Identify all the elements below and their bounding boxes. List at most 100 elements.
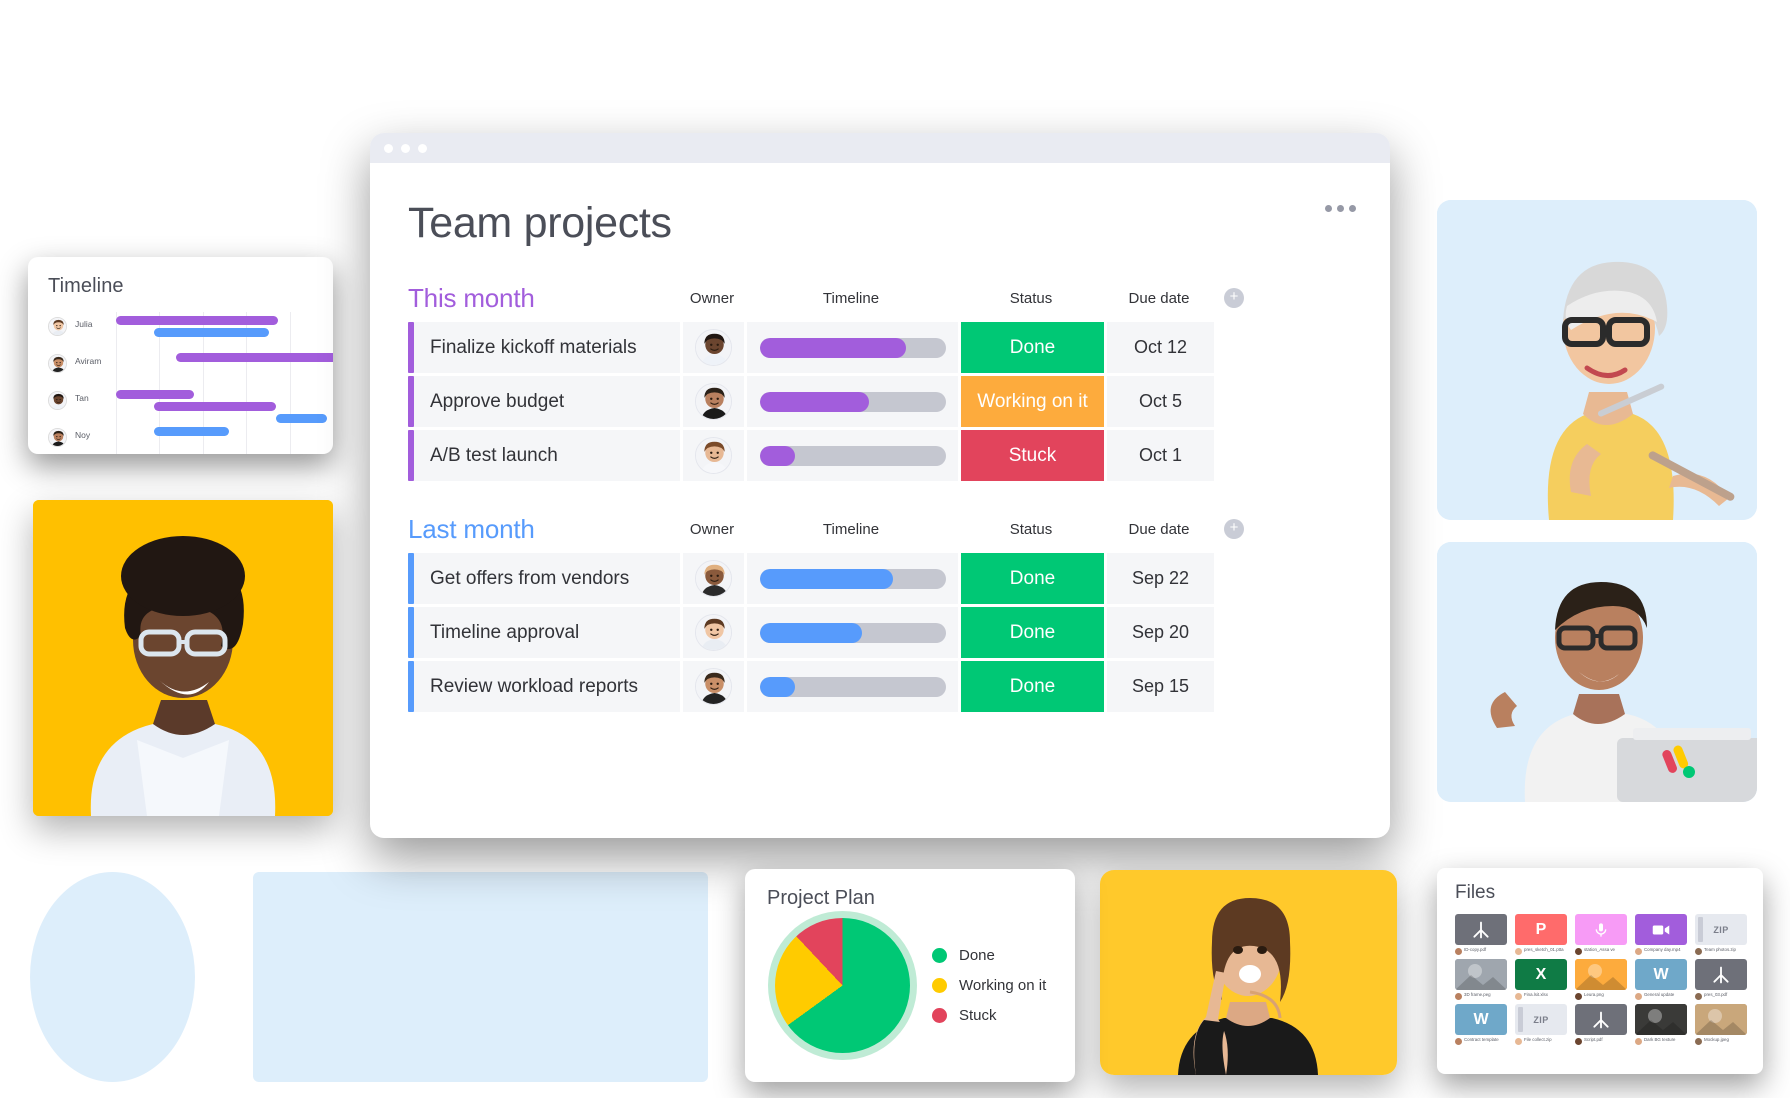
- legend-color-dot: [932, 1008, 947, 1023]
- column-header-timeline[interactable]: Timeline: [744, 521, 958, 538]
- window-dot-maximize[interactable]: [418, 143, 427, 153]
- timeline-cell[interactable]: [747, 376, 958, 427]
- project-plan-card[interactable]: Project Plan Done Working on it Stuck: [745, 869, 1075, 1082]
- file-item[interactable]: Leura.png: [1575, 959, 1627, 1000]
- timeline-bar[interactable]: [153, 328, 270, 337]
- task-name-cell[interactable]: Get offers from vendors: [408, 553, 680, 604]
- task-name-cell[interactable]: Timeline approval: [408, 607, 680, 658]
- file-item[interactable]: W General update: [1635, 959, 1687, 1000]
- avatar: [695, 560, 732, 597]
- add-column-icon[interactable]: +: [1224, 288, 1244, 308]
- timeline-cell[interactable]: [747, 607, 958, 658]
- progress-track: [759, 445, 946, 466]
- group-title-last-month[interactable]: Last month: [408, 514, 680, 545]
- task-name-cell[interactable]: Approve budget: [408, 376, 680, 427]
- column-header-status[interactable]: Status: [958, 521, 1104, 538]
- file-name-label: File collect.zip: [1524, 1037, 1552, 1042]
- legend-item[interactable]: Stuck: [932, 1007, 1046, 1024]
- file-item[interactable]: ZIP Team photos.zip: [1695, 914, 1747, 955]
- due-date-cell[interactable]: Sep 15: [1107, 661, 1214, 712]
- file-item[interactable]: Company day.mp4: [1635, 914, 1687, 955]
- task-name-cell[interactable]: Finalize kickoff materials: [408, 322, 680, 373]
- timeline-cell[interactable]: [747, 322, 958, 373]
- progress-track: [759, 676, 946, 697]
- owner-cell[interactable]: [683, 553, 744, 604]
- owner-cell[interactable]: [683, 607, 744, 658]
- owner-cell[interactable]: [683, 376, 744, 427]
- file-thumbnail-zip: ZIP: [1515, 1004, 1567, 1035]
- legend-item[interactable]: Done: [932, 947, 1046, 964]
- row-trailing-spacer: [1217, 607, 1254, 658]
- file-meta: pres_03.pdf: [1695, 992, 1747, 1000]
- column-header-status[interactable]: Status: [958, 290, 1104, 307]
- due-date-cell[interactable]: Sep 22: [1107, 553, 1214, 604]
- table-row[interactable]: Approve budget Working on it Oct 5: [408, 376, 1352, 427]
- status-badge[interactable]: Working on it: [961, 376, 1104, 427]
- timeline-bar[interactable]: [116, 316, 279, 325]
- files-card[interactable]: Files ID-copy.pdf Ppres_sketch_01.ptta sta…: [1437, 868, 1763, 1074]
- kebab-menu-icon[interactable]: [1325, 205, 1356, 212]
- timeline-row[interactable]: Aviram: [48, 349, 333, 386]
- table-row[interactable]: Get offers from vendors Done Sep 22: [408, 553, 1352, 604]
- task-name-cell[interactable]: A/B test launch: [408, 430, 680, 481]
- timeline-bar[interactable]: [276, 414, 328, 423]
- task-name-cell[interactable]: Review workload reports: [408, 661, 680, 712]
- table-row[interactable]: Timeline approval Done Sep 20: [408, 607, 1352, 658]
- file-item[interactable]: Ppres_sketch_01.ptta: [1515, 914, 1567, 955]
- owner-cell[interactable]: [683, 322, 744, 373]
- timeline-cell[interactable]: [747, 430, 958, 481]
- status-badge[interactable]: Done: [961, 607, 1104, 658]
- column-header-due-date[interactable]: Due date: [1104, 290, 1214, 307]
- timeline-card[interactable]: Timeline Julia Aviram Tan Noy: [28, 257, 333, 454]
- file-item[interactable]: Mockup.jpeg: [1695, 1004, 1747, 1045]
- timeline-person-name: Noy: [75, 430, 91, 440]
- row-trailing-spacer: [1217, 376, 1254, 427]
- file-item[interactable]: pres_03.pdf: [1695, 959, 1747, 1000]
- timeline-row[interactable]: Tan: [48, 386, 333, 423]
- status-label: Done: [1009, 675, 1056, 697]
- file-item[interactable]: station_Assa ve: [1575, 914, 1627, 955]
- task-name-label: Approve budget: [430, 390, 565, 412]
- due-date-cell[interactable]: Oct 1: [1107, 430, 1214, 481]
- timeline-row[interactable]: Noy: [48, 423, 333, 454]
- column-header-owner[interactable]: Owner: [680, 521, 744, 538]
- file-item[interactable]: W Contract template: [1455, 1004, 1507, 1045]
- window-dot-minimize[interactable]: [401, 143, 410, 153]
- due-date-cell[interactable]: Oct 5: [1107, 376, 1214, 427]
- status-badge[interactable]: Stuck: [961, 430, 1104, 481]
- timeline-bar[interactable]: [153, 427, 230, 436]
- photo-man-laptop-monday-logo: [1437, 542, 1757, 802]
- status-badge[interactable]: Done: [961, 553, 1104, 604]
- file-item[interactable]: Script.pdf: [1575, 1004, 1627, 1045]
- timeline-cell[interactable]: [747, 553, 958, 604]
- file-item[interactable]: X Fina.lsit.xlsx: [1515, 959, 1567, 1000]
- file-meta: File collect.zip: [1515, 1037, 1567, 1045]
- owner-cell[interactable]: [683, 430, 744, 481]
- add-column-icon[interactable]: +: [1224, 519, 1244, 539]
- table-row[interactable]: Finalize kickoff materials Done Oct 12: [408, 322, 1352, 373]
- timeline-row[interactable]: Julia: [48, 312, 333, 349]
- column-header-owner[interactable]: Owner: [680, 290, 744, 307]
- status-badge[interactable]: Done: [961, 322, 1104, 373]
- file-item[interactable]: Dark BG texture: [1635, 1004, 1687, 1045]
- group-title-this-month[interactable]: This month: [408, 283, 680, 314]
- due-date-cell[interactable]: Oct 12: [1107, 322, 1214, 373]
- file-item[interactable]: 3D frame.peg: [1455, 959, 1507, 1000]
- file-item[interactable]: ID-copy.pdf: [1455, 914, 1507, 955]
- timeline-bar[interactable]: [116, 390, 194, 399]
- column-header-due-date[interactable]: Due date: [1104, 521, 1214, 538]
- status-badge[interactable]: Done: [961, 661, 1104, 712]
- window-dot-close[interactable]: [384, 143, 393, 153]
- file-item[interactable]: ZIP File collect.zip: [1515, 1004, 1567, 1045]
- window-body: Team projects This month Owner Timeline Sta…: [370, 163, 1390, 838]
- table-row[interactable]: A/B test launch Stuck Oct 1: [408, 430, 1352, 481]
- timeline-cell[interactable]: [747, 661, 958, 712]
- column-header-timeline[interactable]: Timeline: [744, 290, 958, 307]
- file-meta: ID-copy.pdf: [1455, 947, 1507, 955]
- owner-cell[interactable]: [683, 661, 744, 712]
- timeline-bar[interactable]: [153, 402, 277, 411]
- timeline-bar[interactable]: [176, 353, 333, 362]
- due-date-cell[interactable]: Sep 20: [1107, 607, 1214, 658]
- table-row[interactable]: Review workload reports Done Sep 15: [408, 661, 1352, 712]
- legend-item[interactable]: Working on it: [932, 977, 1046, 994]
